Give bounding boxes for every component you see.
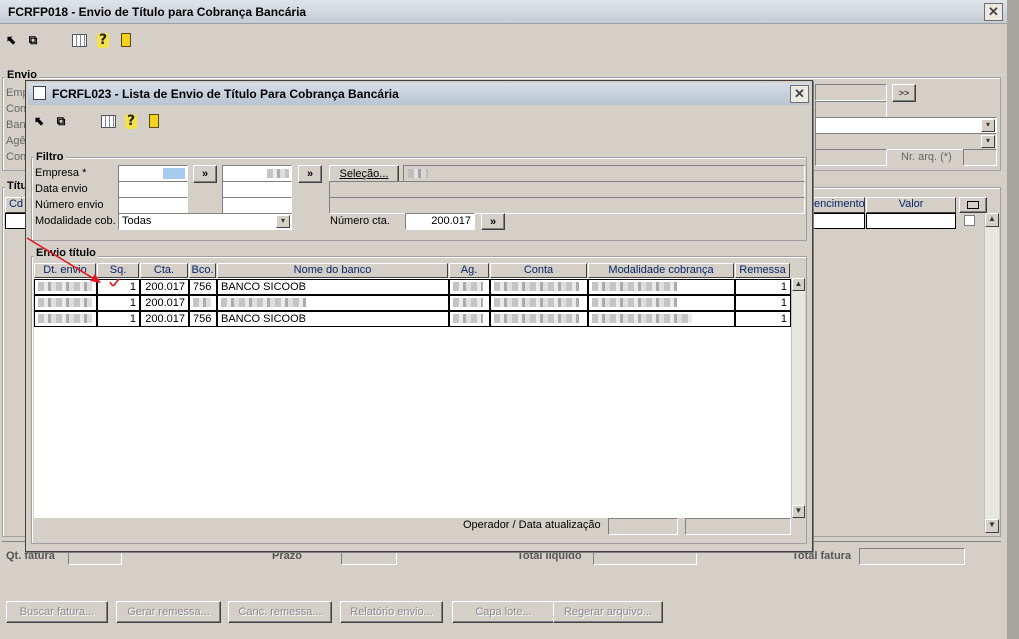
annotation-arrow-line	[26, 237, 97, 281]
annotation-arrowhead	[90, 274, 101, 283]
annotation-check	[109, 278, 120, 287]
annotation-overlay	[26, 237, 120, 287]
